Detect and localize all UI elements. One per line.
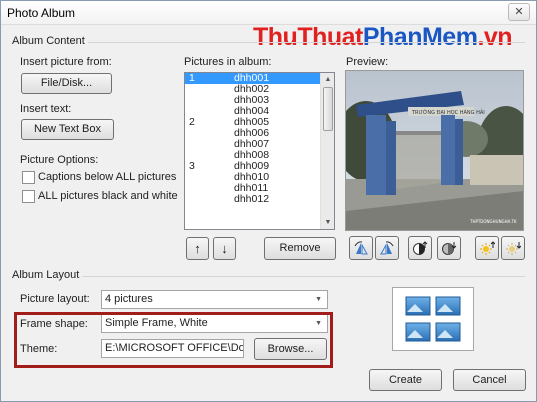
increase-brightness-icon xyxy=(480,241,495,255)
decrease-brightness-icon xyxy=(506,242,521,255)
gate-sign-text: TRƯỜNG ĐẠI HỌC HÀNG HẢI xyxy=(411,108,485,116)
pictures-in-album-label: Pictures in album: xyxy=(184,56,272,68)
chevron-down-icon: ▼ xyxy=(315,296,322,303)
watermark-part-2: PhanMem xyxy=(362,23,478,51)
file-disk-button[interactable]: File/Disk... xyxy=(21,73,112,94)
album-layout-divider xyxy=(9,276,525,277)
captions-checkbox-label: Captions below ALL pictures xyxy=(38,171,177,183)
preview-label: Preview: xyxy=(346,56,389,68)
watermark-part-3: .vn xyxy=(477,23,513,51)
increase-contrast-icon xyxy=(413,241,428,255)
remove-button[interactable]: Remove xyxy=(264,237,336,260)
preview-photo: TRƯỜNG ĐẠI HỌC HÀNG HẢI THPTDONGHUNGHA.T… xyxy=(336,71,536,230)
picture-name: dhh012 xyxy=(234,193,270,205)
move-up-button[interactable]: ↑ xyxy=(186,237,209,260)
window-title: Photo Album xyxy=(7,6,76,20)
scrollbar-thumb[interactable] xyxy=(323,87,333,131)
close-button[interactable]: ✕ xyxy=(508,3,530,21)
scroll-up-icon[interactable]: ▲ xyxy=(322,73,334,86)
insert-picture-label: Insert picture from: xyxy=(20,56,112,68)
black-white-checkbox-label: ALL pictures black and white xyxy=(38,190,178,202)
preview-credit-text: THPTDONGHUNGHA.TK xyxy=(469,219,517,224)
captions-checkbox[interactable] xyxy=(22,171,35,184)
album-layout-group-label: Album Layout xyxy=(9,269,83,281)
rotate-right-icon xyxy=(380,241,394,255)
watermark-part-1: ThuThuat xyxy=(253,23,363,51)
decrease-brightness-button[interactable] xyxy=(501,236,525,260)
decrease-contrast-button[interactable] xyxy=(437,236,461,260)
picture-list-item[interactable]: dhh012 xyxy=(185,194,334,205)
picture-slide-index: 2 xyxy=(189,116,195,128)
create-button[interactable]: Create xyxy=(369,369,442,391)
rotate-right-button[interactable] xyxy=(375,236,399,260)
insert-text-label: Insert text: xyxy=(20,103,72,115)
decrease-contrast-icon xyxy=(442,242,457,255)
pictures-scrollbar[interactable]: ▲ ▼ xyxy=(320,73,334,229)
picture-layout-label: Picture layout: xyxy=(20,293,90,305)
picture-slide-index: 1 xyxy=(189,72,195,84)
scroll-down-icon[interactable]: ▼ xyxy=(322,216,334,229)
title-bar: Photo Album ✕ xyxy=(1,1,536,25)
album-content-group-label: Album Content xyxy=(9,35,88,47)
move-down-button[interactable]: ↓ xyxy=(213,237,236,260)
preview-pane: TRƯỜNG ĐẠI HỌC HÀNG HẢI THPTDONGHUNGHA.T… xyxy=(336,70,536,231)
rotate-left-button[interactable] xyxy=(349,236,373,260)
photo-album-dialog: Photo Album ✕ ThuThuatPhanMem.vn Album C… xyxy=(0,0,537,402)
rotate-left-icon xyxy=(354,241,368,255)
black-white-checkbox[interactable] xyxy=(22,190,35,203)
increase-brightness-button[interactable] xyxy=(475,236,499,260)
watermark-logo: ThuThuatPhanMem.vn xyxy=(253,23,513,52)
picture-layout-value: 4 pictures xyxy=(105,293,153,305)
four-pictures-layout-icon xyxy=(405,296,461,342)
new-text-box-button[interactable]: New Text Box xyxy=(21,119,114,140)
frame-theme-highlight xyxy=(14,312,333,368)
picture-layout-select[interactable]: 4 pictures ▼ xyxy=(101,290,328,309)
picture-options-label: Picture Options: xyxy=(20,154,99,166)
layout-preview xyxy=(392,287,474,351)
cancel-button[interactable]: Cancel xyxy=(453,369,526,391)
picture-slide-index: 3 xyxy=(189,160,195,172)
increase-contrast-button[interactable] xyxy=(408,236,432,260)
pictures-listbox[interactable]: 1 dhh001 dhh002 dhh003 dhh004 2 dhh005 dhh006 dh… xyxy=(184,72,335,230)
